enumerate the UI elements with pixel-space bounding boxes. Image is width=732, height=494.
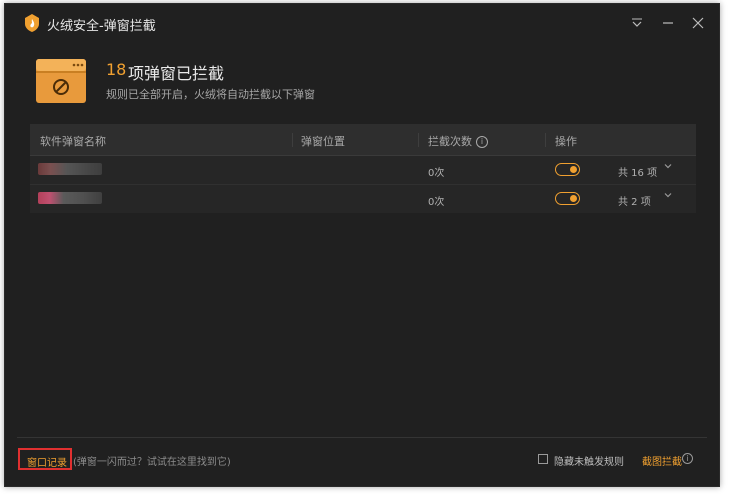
- block-count: 0次: [428, 168, 445, 179]
- popup-rules-table: 软件弹窗名称 弹窗位置 拦截次数 i 操作 0次 共 16 项 0次 共 2 项: [30, 124, 696, 213]
- minimize-icon[interactable]: [658, 13, 678, 33]
- footer-divider: [17, 437, 707, 438]
- huorong-logo-icon: [25, 14, 39, 32]
- window-record-button[interactable]: 窗口记录: [18, 448, 72, 470]
- dropdown-menu-icon[interactable]: [627, 13, 647, 33]
- title-bar: 火绒安全-弹窗拦截: [5, 4, 719, 42]
- hide-untriggered-checkbox[interactable]: [538, 454, 548, 464]
- column-header-count: 拦截次数 i: [428, 133, 488, 149]
- rule-total[interactable]: 共 16 项: [618, 164, 657, 179]
- app-name-blurred: [38, 192, 102, 204]
- window-title: 火绒安全-弹窗拦截: [47, 19, 156, 34]
- chevron-down-icon[interactable]: [664, 162, 672, 173]
- rule-toggle[interactable]: [555, 163, 580, 176]
- column-header-position: 弹窗位置: [301, 135, 345, 148]
- blocked-count: 18: [106, 60, 127, 79]
- info-icon[interactable]: i: [476, 136, 488, 148]
- column-header-count-label: 拦截次数: [428, 135, 472, 148]
- column-header-name: 软件弹窗名称: [40, 135, 106, 148]
- chevron-down-icon[interactable]: [664, 191, 672, 202]
- window-record-label[interactable]: 窗口记录: [27, 454, 67, 469]
- rule-total[interactable]: 共 2 项: [618, 193, 651, 208]
- info-icon[interactable]: i: [682, 453, 693, 464]
- column-divider: [292, 133, 293, 147]
- blocked-title: 项弹窗已拦截: [128, 64, 225, 83]
- screenshot-block-link[interactable]: 截图拦截: [642, 453, 682, 468]
- rule-toggle[interactable]: [555, 192, 580, 205]
- app-window: 火绒安全-弹窗拦截 18 项弹窗已拦截 规则已全部开启，火绒将自动拦截以下弹窗 …: [4, 3, 720, 487]
- window-record-hint: (弹窗一闪而过？试试在这里找到它): [73, 457, 231, 468]
- toggle-knob: [570, 195, 577, 202]
- column-header-action: 操作: [555, 135, 577, 148]
- toggle-knob: [570, 166, 577, 173]
- column-divider: [545, 133, 546, 147]
- app-name-blurred: [38, 163, 102, 175]
- blocked-window-icon: [36, 59, 86, 103]
- close-icon[interactable]: [688, 13, 708, 33]
- table-row[interactable]: 0次 共 16 项: [30, 156, 696, 185]
- block-count: 0次: [428, 197, 445, 208]
- table-row[interactable]: 0次 共 2 项: [30, 185, 696, 213]
- column-divider: [418, 133, 419, 147]
- hide-untriggered-label[interactable]: 隐藏未触发规则: [554, 453, 624, 468]
- table-header: 软件弹窗名称 弹窗位置 拦截次数 i 操作: [30, 124, 696, 156]
- header-subtitle: 规则已全部开启，火绒将自动拦截以下弹窗: [106, 88, 315, 101]
